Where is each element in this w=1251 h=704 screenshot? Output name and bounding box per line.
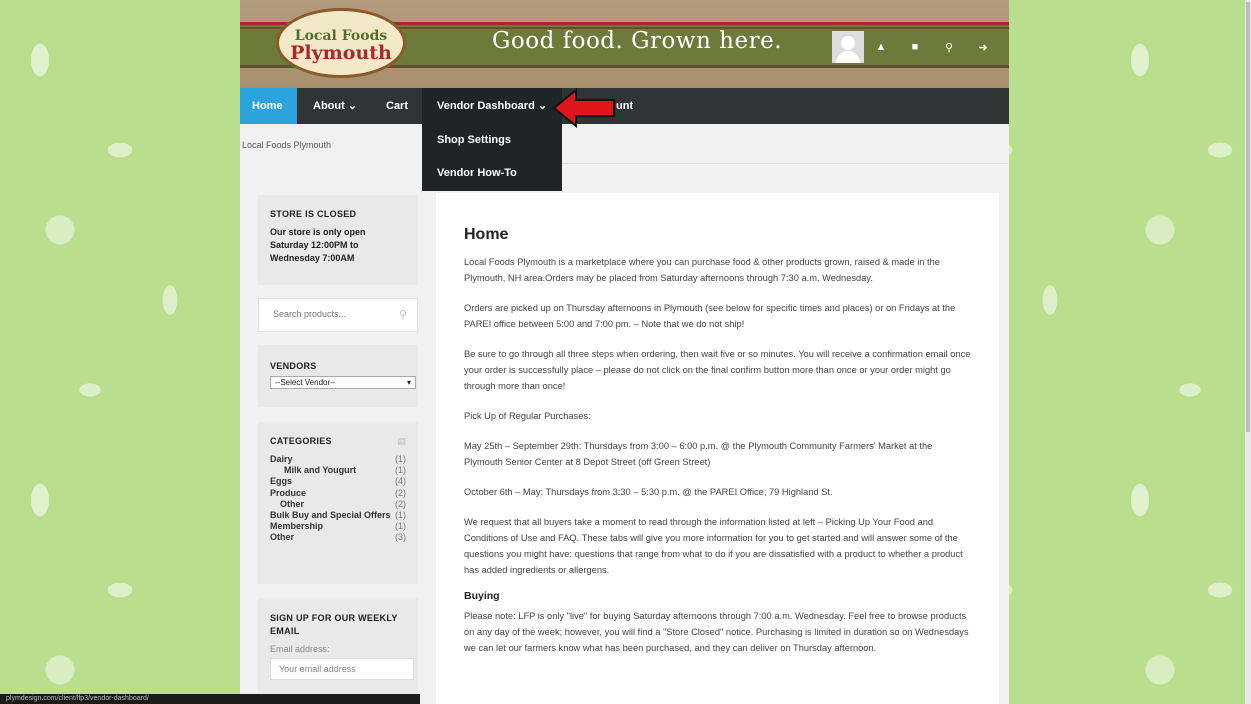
breadcrumb[interactable]: Local Foods Plymouth — [242, 140, 331, 150]
dropdown-shop-settings[interactable]: Shop Settings — [422, 124, 562, 157]
user-tools: ▲ ■ ⚲ ➜ — [832, 29, 1017, 65]
page-scrollbar[interactable] — [1245, 0, 1251, 704]
avatar[interactable] — [832, 31, 864, 63]
email-label: Email address: — [270, 644, 330, 654]
category-item[interactable]: Dairy (1) — [270, 454, 406, 465]
red-arrow-annotation — [552, 88, 615, 128]
nav-vendor-dashboard[interactable]: Vendor Dashboard ⌄ — [422, 88, 562, 124]
categories-header: CATEGORIES ▤ — [270, 436, 406, 447]
product-search: ⚲ — [258, 298, 418, 332]
category-item[interactable]: Membership (1) — [270, 521, 406, 532]
nav-home[interactable]: Home — [240, 88, 297, 124]
nav-cart[interactable]: Cart — [374, 88, 420, 124]
user-icon[interactable]: ▲ — [864, 41, 898, 53]
search-input[interactable] — [271, 308, 395, 320]
dropdown-vendor-how-to[interactable]: Vendor How-To — [422, 157, 562, 190]
store-closed-widget: STORE IS CLOSED Our store is only open S… — [258, 195, 418, 285]
key-icon[interactable]: ⚲ — [932, 41, 966, 54]
buying-heading: Buying — [464, 590, 500, 602]
store-hours-text: Our store is only open Saturday 12:00PM … — [270, 227, 366, 263]
categories-widget: CATEGORIES ▤ Dairy (1) Milk and Yougurt (1… — [258, 422, 418, 584]
header-banner: Local Foods Plymouth Good food. Grown he… — [240, 0, 1009, 90]
category-item[interactable]: Produce (2) — [270, 488, 406, 499]
category-item[interactable]: Bulk Buy and Special Offers (1) — [270, 510, 406, 521]
category-item[interactable]: Other (3) — [270, 532, 406, 543]
chevron-down-icon: ▾ — [406, 378, 411, 387]
winter-pickup-paragraph: October 6th – May: Thursdays from 3:30 –… — [464, 487, 833, 497]
site-logo[interactable]: Local Foods Plymouth — [276, 8, 406, 78]
folder-icon: ▤ — [397, 436, 406, 446]
page-container: Local Foods Plymouth Good food. Grown he… — [240, 0, 1009, 704]
vendors-title: VENDORS — [270, 361, 317, 371]
category-item[interactable]: Eggs (4) — [270, 476, 406, 487]
vendor-select-value: --Select Vendor-- — [275, 378, 336, 387]
main-nav: Home About ⌄ Cart Vendor Dashboard ⌄ unt — [240, 88, 1009, 124]
email-field[interactable]: Your email address — [270, 658, 414, 680]
vendor-dashboard-dropdown: Shop Settings Vendor How-To — [422, 124, 562, 191]
categories-title: CATEGORIES — [270, 436, 332, 446]
category-item[interactable]: Other (2) — [270, 499, 406, 510]
categories-list: Dairy (1) Milk and Yougurt (1) Eggs (4) Pro… — [270, 454, 406, 544]
page-title: Home — [464, 226, 509, 243]
browser-status-bar: plymdesign.com/client/lfp3/vendor-dashbo… — [0, 694, 420, 704]
vendors-widget: VENDORS --Select Vendor-- ▾ — [258, 345, 418, 407]
email-signup-widget: SIGN UP FOR OUR WEEKLY EMAIL Email addre… — [258, 598, 418, 704]
signup-title: SIGN UP FOR OUR WEEKLY EMAIL — [270, 613, 398, 636]
request-paragraph: We request that all buyers take a moment… — [464, 517, 963, 575]
summer-pickup-paragraph: May 25th – September 29th: Thursdays fro… — [464, 441, 933, 467]
store-closed-title: STORE IS CLOSED — [270, 209, 357, 219]
logo-bottom-text: Plymouth — [290, 42, 392, 64]
intro-paragraph: Local Foods Plymouth is a marketplace wh… — [464, 257, 940, 283]
search-icon[interactable]: ⚲ — [399, 308, 407, 321]
buying-paragraph: Please note: LFP is only "live" for buyi… — [464, 611, 969, 653]
site-tagline: Good food. Grown here. — [492, 28, 783, 54]
pickup-heading-paragraph: Pick Up of Regular Purchases: — [464, 411, 591, 421]
pickup-paragraph: Orders are picked up on Thursday afterno… — [464, 303, 956, 329]
home-icon[interactable]: ■ — [898, 41, 932, 53]
nav-about[interactable]: About ⌄ — [301, 88, 369, 124]
vendor-select[interactable]: --Select Vendor-- ▾ — [270, 376, 416, 389]
main-content: Home Local Foods Plymouth is a marketpla… — [436, 193, 999, 704]
logout-icon[interactable]: ➜ — [966, 41, 1000, 54]
ordering-paragraph: Be sure to go through all three steps wh… — [464, 349, 971, 391]
category-item[interactable]: Milk and Yougurt (1) — [270, 465, 406, 476]
